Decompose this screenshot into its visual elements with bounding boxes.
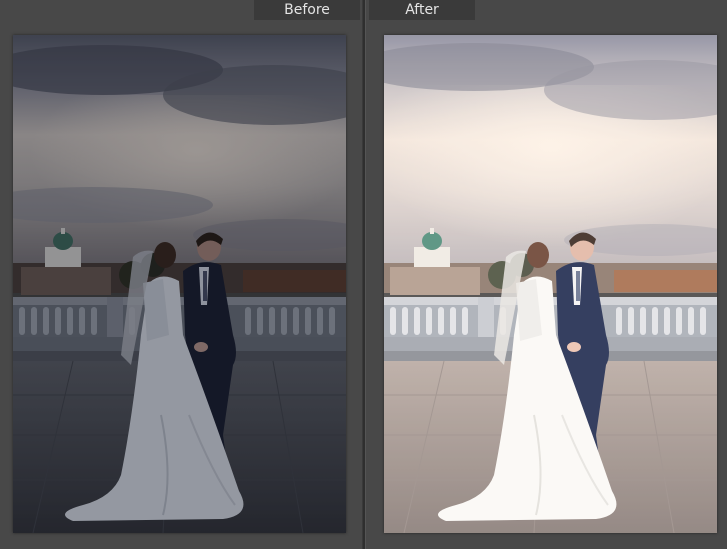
after-grade-overlay	[384, 35, 717, 533]
before-photo[interactable]	[13, 35, 346, 533]
after-pane: After	[366, 0, 727, 549]
after-photo[interactable]	[384, 35, 717, 533]
before-label: Before	[254, 0, 360, 20]
before-pane: Before	[0, 0, 362, 549]
before-grade-overlay	[13, 35, 346, 533]
after-label: After	[369, 0, 475, 20]
